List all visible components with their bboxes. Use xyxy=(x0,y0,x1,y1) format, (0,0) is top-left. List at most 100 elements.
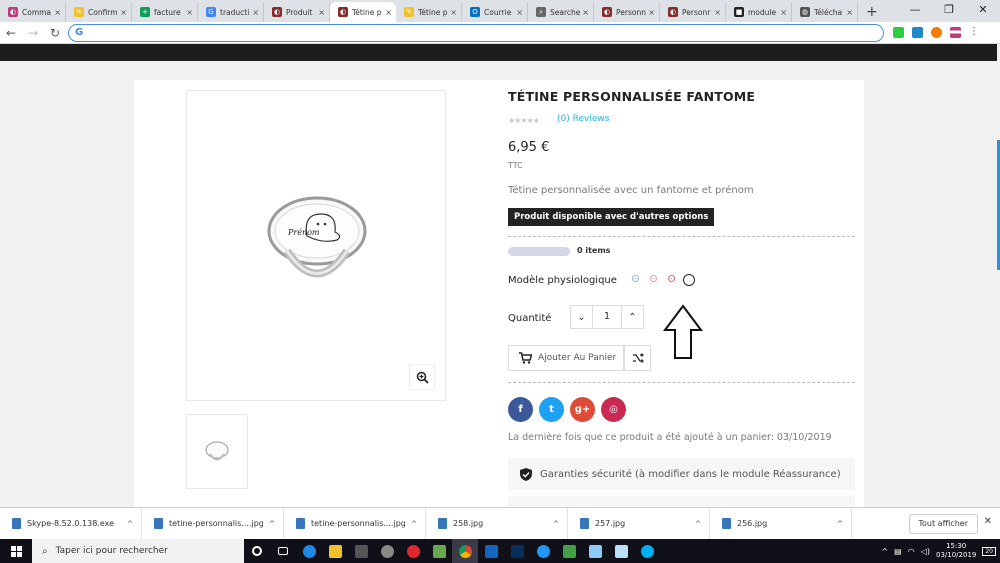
product-thumbnail[interactable] xyxy=(186,414,248,489)
reviews-link[interactable]: (0) Reviews xyxy=(557,114,609,124)
tab-close-icon[interactable]: × xyxy=(54,8,61,17)
start-button[interactable] xyxy=(0,545,32,557)
download-item[interactable]: 258.jpg ^ xyxy=(426,507,568,540)
tab-close-icon[interactable]: × xyxy=(648,8,655,17)
close-window-icon[interactable]: ✕ xyxy=(966,0,1000,22)
tab-close-icon[interactable]: × xyxy=(186,8,193,17)
chevron-up-icon[interactable]: ^ xyxy=(411,520,417,528)
menu-icon[interactable]: ⋮ xyxy=(969,27,980,38)
tab-close-icon[interactable]: × xyxy=(450,8,457,17)
cortana-icon[interactable] xyxy=(244,539,270,563)
address-input[interactable]: G xyxy=(68,24,884,42)
product-price: 6,95 € xyxy=(508,140,550,155)
quantity-decrease-button[interactable]: ⌄ xyxy=(571,306,593,328)
tab-close-icon[interactable]: × xyxy=(252,8,259,17)
compare-button[interactable] xyxy=(624,345,651,371)
photoshop-icon[interactable] xyxy=(504,539,530,563)
tab-close-icon[interactable]: × xyxy=(582,8,589,17)
tab-close-icon[interactable]: × xyxy=(120,8,127,17)
product-title: TÉTINE PERSONNALISÉE FANTOME xyxy=(508,89,756,104)
quantity-input[interactable]: 1 xyxy=(593,306,621,328)
edge-icon[interactable] xyxy=(296,539,322,563)
browser-tab[interactable]: ◍ Télécha × xyxy=(792,2,858,22)
explorer-icon[interactable] xyxy=(322,539,348,563)
new-tab-button[interactable]: + xyxy=(866,4,878,20)
browser-tab[interactable]: ◐ Tétine p × xyxy=(330,2,396,22)
extension-orange-icon[interactable] xyxy=(931,27,942,38)
browser-tab[interactable]: ✎ Tétine p × xyxy=(396,2,462,22)
download-item[interactable]: 256.jpg ^ xyxy=(710,507,852,540)
header-banner xyxy=(0,44,997,61)
notification-badge[interactable]: 20 xyxy=(982,546,996,556)
chevron-up-icon[interactable]: ^ xyxy=(695,520,701,528)
restore-icon[interactable]: ❐ xyxy=(932,0,966,22)
volume-icon[interactable]: ◁) xyxy=(921,547,930,556)
extension-s-icon[interactable] xyxy=(912,27,923,38)
instagram-share-icon[interactable]: ◎ xyxy=(601,397,626,422)
minimize-icon[interactable]: — xyxy=(898,0,932,22)
app7-icon[interactable] xyxy=(608,539,634,563)
twitter-share-icon[interactable]: t xyxy=(539,397,564,422)
extension-lines-icon[interactable] xyxy=(950,27,961,38)
browser-tab[interactable]: ◐ Produit × xyxy=(264,2,330,22)
reassurance-block-2 xyxy=(508,496,855,506)
tab-close-icon[interactable]: × xyxy=(516,8,523,17)
swatch-red-icon[interactable]: ʘ xyxy=(665,273,678,286)
tab-close-icon[interactable]: × xyxy=(318,8,325,17)
forward-icon[interactable]: → xyxy=(22,26,44,40)
download-item[interactable]: tetine-personnalis....jpg ^ xyxy=(142,507,284,540)
skype-icon[interactable] xyxy=(634,539,660,563)
reload-icon[interactable]: ↻ xyxy=(44,26,66,40)
browser-tab[interactable]: ✎ Confirm × xyxy=(66,2,132,22)
tab-close-icon[interactable]: × xyxy=(846,8,853,17)
tab-close-icon[interactable]: × xyxy=(780,8,787,17)
show-all-downloads-button[interactable]: Tout afficher xyxy=(908,514,978,534)
zoom-button[interactable] xyxy=(409,364,435,390)
close-download-bar-icon[interactable]: ✕ xyxy=(984,516,992,527)
tray-chevron-icon[interactable]: ^ xyxy=(881,547,888,556)
back-icon[interactable]: ← xyxy=(0,26,22,40)
app4-icon[interactable] xyxy=(530,539,556,563)
tab-title: Produit xyxy=(286,7,313,17)
browser-tab[interactable]: + facture × xyxy=(132,2,198,22)
browser-tab[interactable]: ◐ Personr × xyxy=(660,2,726,22)
store-icon[interactable] xyxy=(348,539,374,563)
swatch-transparent-icon[interactable] xyxy=(683,274,695,286)
chrome-icon[interactable] xyxy=(452,539,478,563)
download-item[interactable]: Skype-8.52.0.138.exe ^ xyxy=(0,507,142,540)
chevron-up-icon[interactable]: ^ xyxy=(127,520,133,528)
product-main-image[interactable]: Prénom xyxy=(186,90,446,401)
opera-icon[interactable] xyxy=(400,539,426,563)
tab-close-icon[interactable]: × xyxy=(385,8,392,17)
chevron-up-icon[interactable]: ^ xyxy=(837,520,843,528)
browser-tab[interactable]: ⌕ Searche × xyxy=(528,2,594,22)
chevron-up-icon[interactable]: ^ xyxy=(269,520,275,528)
extension-green-icon[interactable] xyxy=(893,27,904,38)
swatch-pink-icon[interactable]: ʘ xyxy=(647,273,660,286)
download-item[interactable]: tetine-personnalis....jpg ^ xyxy=(284,507,426,540)
browser-tab[interactable]: ◐ Personn × xyxy=(594,2,660,22)
taskbar-search-input[interactable]: ⌕ Taper ici pour rechercher xyxy=(32,539,244,563)
swatch-blue-icon[interactable]: ʘ xyxy=(629,273,642,286)
quantity-increase-button[interactable]: ⌃ xyxy=(621,306,643,328)
app5-icon[interactable] xyxy=(556,539,582,563)
clock[interactable]: 15:30 03/10/2019 xyxy=(936,542,976,560)
app3-icon[interactable] xyxy=(478,539,504,563)
tab-close-icon[interactable]: × xyxy=(714,8,721,17)
browser-tab[interactable]: O Courrie × xyxy=(462,2,528,22)
web-page xyxy=(0,44,1000,507)
network-icon[interactable]: ▤ xyxy=(894,547,902,556)
browser-tab[interactable]: ■ module × xyxy=(726,2,792,22)
chevron-up-icon[interactable]: ^ xyxy=(553,520,559,528)
facebook-share-icon[interactable]: f xyxy=(508,397,533,422)
app2-icon[interactable] xyxy=(426,539,452,563)
browser-tab[interactable]: Gtraducti × xyxy=(198,2,264,22)
wifi-icon[interactable]: ◠ xyxy=(908,547,915,556)
add-to-cart-button[interactable]: Ajouter Au Panier xyxy=(508,345,624,371)
googleplus-share-icon[interactable]: g+ xyxy=(570,397,595,422)
download-item[interactable]: 257.jpg ^ xyxy=(568,507,710,540)
app6-icon[interactable] xyxy=(582,539,608,563)
task-view-icon[interactable] xyxy=(270,539,296,563)
app-icon[interactable] xyxy=(374,539,400,563)
browser-tab[interactable]: ◐ Comma × xyxy=(0,2,66,22)
